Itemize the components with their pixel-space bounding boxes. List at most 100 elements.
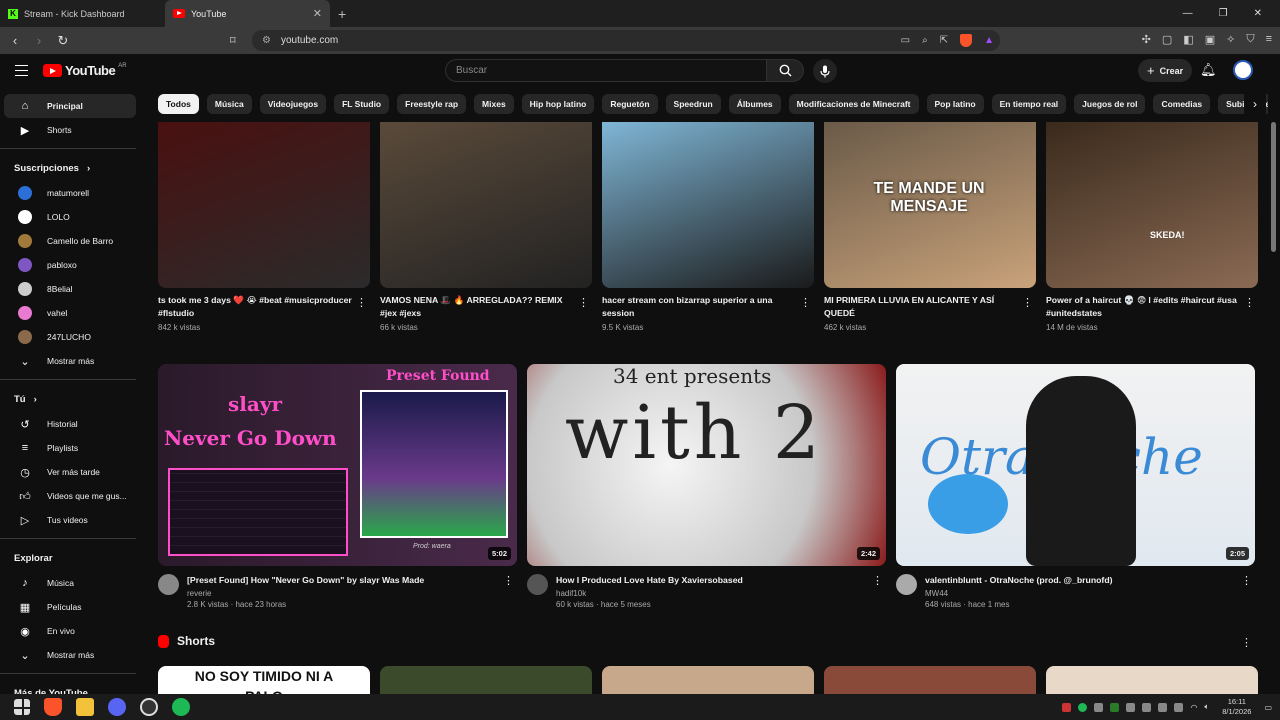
more-options-icon[interactable]: ⋮ — [503, 574, 514, 587]
chip-4[interactable]: Freestyle rap — [397, 94, 467, 114]
split-view-icon[interactable]: ◧ — [1183, 33, 1193, 46]
chip-2[interactable]: Videojuegos — [259, 94, 327, 114]
notification-center-icon[interactable]: ▭ — [1264, 703, 1272, 712]
video-title[interactable]: How I Produced Love Hate By Xaviersobase… — [556, 574, 743, 587]
tray-app-icon[interactable] — [1142, 702, 1152, 712]
sidebar-item-0[interactable]: ⌂ Principal — [4, 94, 136, 118]
wallet-icon[interactable]: ▣ — [1205, 33, 1215, 46]
video-title[interactable]: ts took me 3 days ❤️ 😭 #beat #musicprodu… — [158, 294, 352, 319]
forward-icon[interactable]: › — [30, 32, 48, 50]
back-icon[interactable]: ‹ — [6, 32, 24, 50]
channel-avatar[interactable] — [527, 574, 548, 595]
video-thumbnail[interactable] — [380, 122, 592, 288]
restore-icon[interactable]: ❐ — [1219, 8, 1228, 19]
chip-7[interactable]: Reguetón — [602, 94, 658, 114]
video-thumbnail[interactable] — [602, 122, 814, 288]
leo-icon[interactable]: ✧ — [1226, 33, 1235, 46]
subscription-item[interactable]: 8Belial — [4, 277, 136, 301]
more-options-icon[interactable]: ⋮ — [578, 296, 589, 309]
new-tab-button[interactable]: + — [338, 6, 346, 22]
chip-5[interactable]: Mixes — [474, 94, 514, 114]
chip-10[interactable]: Modificaciones de Minecraft — [788, 94, 919, 114]
chip-11[interactable]: Pop latino — [926, 94, 984, 114]
sidebar-item-1[interactable]: ▶ Shorts — [4, 118, 136, 142]
chip-3[interactable]: FL Studio — [334, 94, 390, 114]
sidebar-explore-item[interactable]: ▦ Películas — [4, 595, 136, 619]
tray-app-icon[interactable] — [1062, 702, 1072, 712]
chips-next-icon[interactable]: › — [1244, 94, 1266, 114]
video-thumbnail[interactable]: SKEDA! — [1046, 122, 1258, 288]
subscription-item[interactable]: LOLO — [4, 205, 136, 229]
video-card[interactable]: TE MANDE UN MENSAJE MI PRIMERA LLUVIA EN … — [824, 122, 1036, 332]
channel-name[interactable]: reverie — [187, 589, 424, 598]
more-options-icon[interactable]: ⋮ — [800, 296, 811, 309]
video-card[interactable]: Otra noche2:05 valentinbluntt - OtraNoche… — [896, 364, 1255, 609]
subscription-item[interactable]: pabloxo — [4, 253, 136, 277]
zoom-icon[interactable]: ⌕ — [922, 35, 928, 46]
rewards-icon[interactable]: ▲ — [984, 35, 994, 46]
channel-avatar[interactable] — [896, 574, 917, 595]
brave-taskbar-icon[interactable] — [44, 698, 62, 716]
video-title[interactable]: [Preset Found] How "Never Go Down" by sl… — [187, 574, 424, 587]
share-icon[interactable]: ⇱ — [940, 35, 948, 46]
sidebar-you-item[interactable]: ≡ Playlists — [4, 436, 136, 460]
sidebar-toggle-icon[interactable]: ▢ — [1162, 33, 1172, 46]
show-more-subscriptions[interactable]: ⌄ Mostrar más — [4, 349, 136, 373]
video-title[interactable]: hacer stream con bizarrap superior a una… — [602, 294, 796, 319]
chip-1[interactable]: Música — [206, 94, 252, 114]
video-thumbnail[interactable]: 34 ent presents with 2 2:42 — [527, 364, 886, 566]
more-options-icon[interactable]: ⋮ — [1022, 296, 1033, 309]
sidebar-you-item[interactable]: ↺ Historial — [4, 412, 136, 436]
sidebar-explore-item[interactable]: ◉ En vivo — [4, 619, 136, 643]
youtube-logo[interactable]: YouTube AR — [43, 63, 127, 78]
more-options-icon[interactable]: ⋮ — [356, 296, 367, 309]
volume-icon[interactable]: 🔈︎ — [1204, 702, 1209, 712]
channel-avatar[interactable] — [158, 574, 179, 595]
chip-14[interactable]: Comedias — [1153, 94, 1211, 114]
url-field[interactable]: ⌑ ⚙ youtube.com ▭ ⌕ ⇱ ▲ — [230, 30, 1000, 51]
sidebar-you-item[interactable]: ▷ Tus videos — [4, 508, 136, 532]
tab-kick[interactable]: K Stream - Kick Dashboard — [0, 0, 165, 27]
file-explorer-icon[interactable] — [76, 698, 94, 716]
video-card[interactable]: ts took me 3 days ❤️ 😭 #beat #musicprodu… — [158, 122, 370, 332]
spotify-icon[interactable] — [172, 698, 190, 716]
video-thumbnail[interactable] — [158, 122, 370, 288]
tray-app-icon[interactable] — [1078, 702, 1088, 712]
scrollbar-thumb[interactable] — [1271, 122, 1276, 252]
video-title[interactable]: Power of a haircut 💀 😨 l #edits #haircut… — [1046, 294, 1240, 319]
video-card[interactable]: 34 ent presents with 2 2:42 How I Produced … — [527, 364, 886, 609]
video-thumbnail[interactable]: Otra noche2:05 — [896, 364, 1255, 566]
chip-6[interactable]: Hip hop latino — [521, 94, 595, 114]
site-info-icon[interactable]: ⚙ — [262, 35, 271, 46]
more-options-icon[interactable]: ⋮ — [1244, 296, 1255, 309]
cast-icon[interactable]: ▭ — [901, 35, 910, 46]
video-title[interactable]: valentinbluntt - OtraNoche (prod. @_brun… — [925, 574, 1113, 587]
notifications-bell-icon[interactable]: 🔔︎ — [1200, 62, 1217, 78]
sidebar-explore-item[interactable]: ⌄ Mostrar más — [4, 643, 136, 667]
account-avatar[interactable] — [1233, 60, 1253, 80]
wifi-icon[interactable]: ◠ — [1190, 703, 1197, 712]
video-card[interactable]: hacer stream con bizarrap superior a una… — [602, 122, 814, 332]
sidebar-explore-item[interactable]: ♪ Música — [4, 571, 136, 595]
sidebar-you-item[interactable]: ◷ Ver más tarde — [4, 460, 136, 484]
tray-app-icon[interactable] — [1174, 702, 1184, 712]
discord-icon[interactable] — [108, 698, 126, 716]
you-header[interactable]: Tú › — [0, 386, 140, 412]
clock[interactable]: 16:11 8/1/2026 — [1222, 697, 1251, 717]
obs-icon[interactable] — [140, 698, 158, 716]
tray-app-icon[interactable] — [1158, 702, 1168, 712]
video-thumbnail[interactable]: Preset Found slayr Never Go Down Prod: waer… — [158, 364, 517, 566]
video-card[interactable]: Preset Found slayr Never Go Down Prod: waer… — [158, 364, 517, 609]
channel-name[interactable]: MW44 — [925, 589, 1113, 598]
search-input[interactable]: Buscar — [445, 59, 767, 82]
shorts-more-icon[interactable]: ⋮ — [1241, 636, 1252, 649]
chip-12[interactable]: En tiempo real — [991, 94, 1067, 114]
tray-app-icon[interactable] — [1110, 702, 1120, 712]
subscription-item[interactable]: Camello de Barro — [4, 229, 136, 253]
close-tab-icon[interactable]: ✕ — [313, 7, 322, 20]
extensions-icon[interactable]: ✣ — [1142, 33, 1151, 46]
channel-name[interactable]: hadif10k — [556, 589, 743, 598]
subscription-item[interactable]: 247LUCHO — [4, 325, 136, 349]
subscription-item[interactable]: vahel — [4, 301, 136, 325]
brave-shield-icon[interactable] — [960, 34, 973, 47]
